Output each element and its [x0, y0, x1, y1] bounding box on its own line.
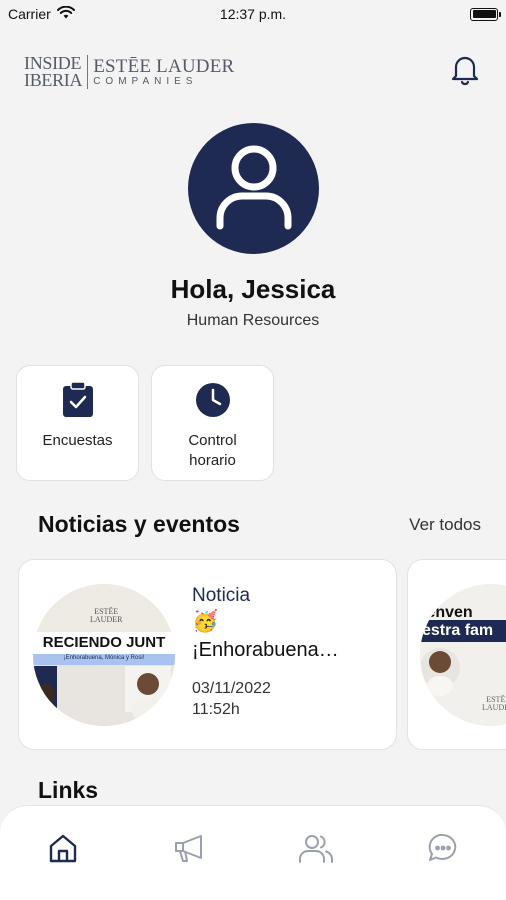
megaphone-icon: [173, 833, 207, 868]
see-all-link[interactable]: Ver todos: [409, 515, 481, 535]
thumb-brand-logo: ESTĒE LAUDER: [482, 695, 506, 712]
clipboard-check-icon: [62, 381, 94, 423]
status-left: Carrier: [8, 5, 75, 22]
greeting-title: Hola, Jessica: [170, 274, 336, 304]
time-control-label: Control horario: [188, 432, 237, 469]
time-control-tile[interactable]: Control horario: [151, 365, 274, 481]
party-emoji: 🥳: [192, 610, 219, 633]
tab-chat[interactable]: [413, 830, 473, 870]
thumb-headline: ienven: [422, 604, 473, 621]
news-thumbnail: ienven estra fam ESTĒE LAUDER: [420, 584, 506, 726]
status-bar: Carrier 12:37 p.m.: [0, 0, 506, 28]
users-icon: [297, 832, 335, 869]
bell-icon: [450, 54, 480, 91]
tab-home[interactable]: [33, 830, 93, 870]
thumb-headline: RECIENDO JUNT: [42, 634, 166, 651]
surveys-tile[interactable]: Encuestas: [16, 365, 139, 481]
clock-icon: [195, 382, 231, 423]
avatar[interactable]: [188, 123, 319, 254]
tab-bar: [0, 805, 506, 900]
thumb-subline: ¡Enhorabuena, Mónica y Rosi!: [63, 655, 145, 661]
links-section-title: Links: [38, 777, 99, 803]
battery-icon: [470, 7, 501, 21]
chat-bubble-icon: [427, 832, 459, 869]
thumb-subline: estra fam: [422, 622, 494, 639]
news-thumbnail: ESTĒE LAUDER RECIENDO JUNT ¡Enhorabuena,…: [33, 584, 175, 726]
home-icon: [47, 832, 79, 869]
carrier-label: Carrier: [8, 6, 51, 22]
news-title: ¡Enhorabuena…: [192, 639, 339, 661]
news-type-label: Noticia: [192, 585, 251, 606]
notifications-button[interactable]: [448, 55, 482, 89]
status-time: 12:37 p.m.: [219, 6, 287, 22]
thumb-brand-logo: ESTĒE LAUDER: [90, 607, 123, 624]
company-logo: INSIDE IBERIA ESTĒE LAUDER COMPANIES: [24, 53, 235, 90]
news-card[interactable]: ESTĒE LAUDER RECIENDO JUNT ¡Enhorabuena,…: [18, 559, 397, 750]
news-date: 03/11/2022 11:52h: [192, 680, 271, 718]
logo-divider: [87, 55, 89, 89]
news-section-title: Noticias y eventos: [38, 511, 240, 537]
tab-announcements[interactable]: [160, 830, 220, 870]
logo-inside-iberia: INSIDE IBERIA: [24, 53, 83, 90]
department-label: Human Resources: [186, 312, 320, 329]
tab-people[interactable]: [286, 830, 346, 870]
news-info: Noticia 🥳 ¡Enhorabuena… 03/11/2022 11:52…: [192, 584, 382, 720]
brand-header: INSIDE IBERIA ESTĒE LAUDER COMPANIES: [24, 50, 482, 94]
user-icon: [209, 138, 299, 239]
surveys-label: Encuestas: [42, 432, 113, 449]
logo-estee-lauder: ESTĒE LAUDER COMPANIES: [93, 55, 235, 87]
news-card[interactable]: ienven estra fam ESTĒE LAUDER: [407, 559, 506, 750]
wifi-icon: [56, 5, 75, 22]
